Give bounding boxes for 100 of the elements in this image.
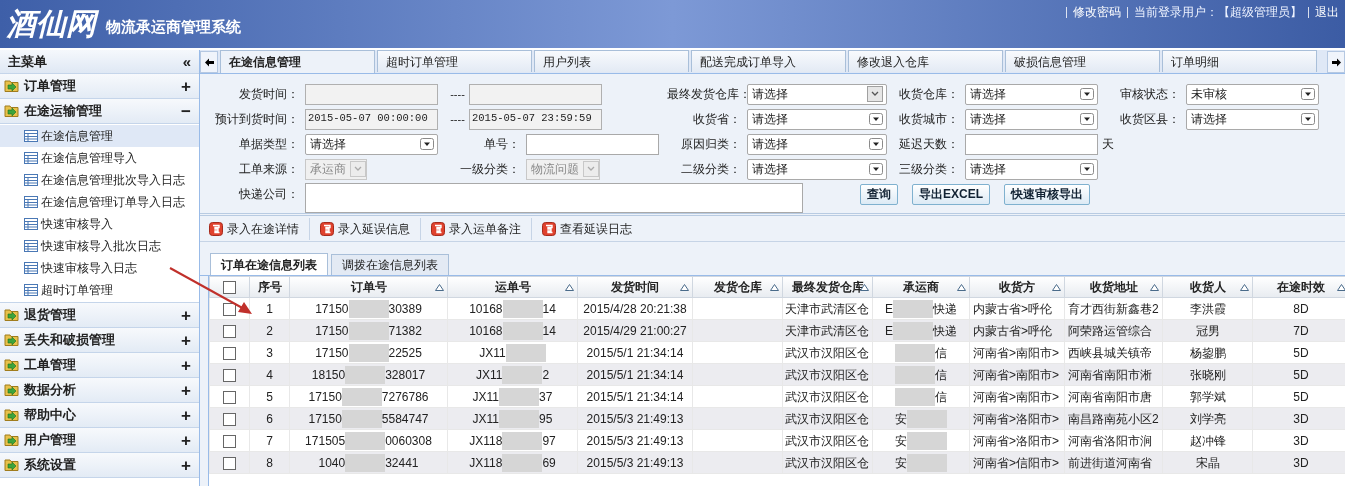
menu-item[interactable]: 快速审核导入日志 bbox=[0, 257, 199, 279]
table-cell: 2015/5/1 21:34:14 bbox=[586, 389, 684, 404]
checkbox[interactable] bbox=[223, 281, 236, 295]
table-cell: 内蒙古省>呼伦 bbox=[973, 323, 1052, 338]
action-button[interactable]: 查询 bbox=[860, 183, 898, 205]
toolbar-button[interactable]: 录入在途详情 bbox=[206, 217, 302, 240]
table-cell: 武汉市汉阳区仓 bbox=[785, 345, 869, 360]
checkbox[interactable] bbox=[223, 346, 236, 360]
column-header[interactable]: 订单号 bbox=[350, 280, 387, 294]
select-field[interactable]: 请选择 bbox=[965, 108, 1098, 130]
checkbox[interactable] bbox=[223, 324, 236, 338]
toolbar-button[interactable]: 查看延误日志 bbox=[531, 217, 635, 240]
toolbar-button[interactable]: 录入运单备注 bbox=[420, 217, 524, 240]
order-number: 17150 bbox=[315, 344, 349, 362]
menu-group[interactable]: 工单管理 + bbox=[0, 353, 199, 378]
tab[interactable]: 调拨在途信息列表 bbox=[331, 254, 449, 275]
table-cell: 1 bbox=[266, 301, 273, 316]
sort-icon bbox=[957, 284, 966, 291]
scroll-right-button[interactable] bbox=[1327, 51, 1345, 73]
tab[interactable]: 超时订单管理 bbox=[377, 50, 532, 72]
select-field[interactable]: 请选择 bbox=[965, 158, 1098, 180]
menu-item[interactable]: 在途信息管理导入 bbox=[0, 147, 199, 169]
menu-group[interactable]: 在途运输管理 − bbox=[0, 99, 199, 124]
menu-item[interactable]: 在途信息管理订单导入日志 bbox=[0, 191, 199, 213]
table-cell: 2 bbox=[266, 323, 273, 338]
redaction-block bbox=[893, 299, 933, 318]
select-field[interactable]: 请选择 bbox=[1186, 108, 1319, 130]
select-field[interactable]: 请选择 bbox=[747, 83, 887, 105]
menu-item[interactable]: 在途信息管理 bbox=[0, 125, 199, 147]
date-field[interactable]: 2015-05-07 00:00:00 bbox=[305, 108, 438, 130]
header-link[interactable]: 退出 bbox=[1315, 3, 1339, 21]
checkbox[interactable] bbox=[223, 412, 236, 426]
action-button[interactable]: 快速审核导出 bbox=[1004, 183, 1090, 205]
folder-arrow-icon bbox=[4, 382, 20, 398]
select-field[interactable]: 请选择 bbox=[965, 83, 1098, 105]
input-field[interactable] bbox=[526, 133, 659, 155]
tab[interactable]: 修改退入仓库 bbox=[848, 50, 1003, 72]
menu-group[interactable]: 帮助中心 + bbox=[0, 403, 199, 428]
tab[interactable]: 配送完成订单导入 bbox=[691, 50, 846, 72]
carrier-name: 安 bbox=[895, 410, 907, 428]
menu-group[interactable]: 丢失和破损管理 + bbox=[0, 328, 199, 353]
menu-group[interactable]: 订单管理 + bbox=[0, 74, 199, 99]
tab[interactable]: 在途信息管理 bbox=[220, 50, 375, 73]
carrier-name: 安 bbox=[895, 454, 907, 472]
header-link[interactable]: 修改密码 bbox=[1073, 3, 1121, 21]
sort-icon bbox=[1240, 284, 1249, 291]
date-field[interactable]: 2015-05-07 23:59:59 bbox=[469, 108, 602, 130]
select-field[interactable]: 请选择 bbox=[747, 158, 887, 180]
select-field[interactable]: 请选择 bbox=[305, 133, 438, 155]
checkbox[interactable] bbox=[223, 302, 236, 316]
tab[interactable]: 用户列表 bbox=[534, 50, 689, 72]
waybill-number: 69 bbox=[542, 454, 556, 472]
order-number: 0060308 bbox=[385, 432, 432, 450]
tab[interactable]: 订单在途信息列表 bbox=[210, 253, 328, 275]
action-button[interactable]: 导出EXCEL bbox=[912, 183, 990, 205]
select-field[interactable]: 请选择 bbox=[747, 108, 887, 130]
checkbox[interactable] bbox=[223, 390, 236, 404]
tab[interactable]: 破损信息管理 bbox=[1005, 50, 1160, 72]
column-header[interactable]: 运单号 bbox=[494, 280, 531, 294]
menu-item[interactable]: 超时订单管理 bbox=[0, 279, 199, 301]
checkbox[interactable] bbox=[223, 368, 236, 382]
select-field[interactable]: 请选择 bbox=[747, 133, 887, 155]
user-label: 当前登录用户：【超级管理员】 bbox=[1134, 4, 1302, 21]
tab[interactable]: 订单明细 bbox=[1162, 50, 1317, 72]
collapse-button[interactable]: « bbox=[182, 54, 191, 69]
folder-arrow-icon bbox=[4, 407, 20, 423]
table-cell: 西峡县城关镇帝 bbox=[1068, 345, 1152, 360]
redaction-block bbox=[895, 343, 935, 362]
checkbox[interactable] bbox=[223, 434, 236, 448]
checkbox[interactable] bbox=[223, 456, 236, 470]
waybill-number: 97 bbox=[542, 432, 556, 450]
date-field[interactable] bbox=[305, 83, 438, 105]
scroll-left-button[interactable] bbox=[200, 51, 218, 73]
menu-group[interactable]: 退货管理 + bbox=[0, 303, 199, 328]
table-icon bbox=[24, 196, 38, 208]
table-cell: 武汉市汉阳区仓 bbox=[785, 389, 869, 404]
field-label: 最终发货仓库： bbox=[667, 86, 747, 103]
field-label: 收货城市： bbox=[898, 111, 960, 128]
input-field[interactable] bbox=[965, 133, 1098, 155]
menu-item[interactable]: 快速审核导入批次日志 bbox=[0, 235, 199, 257]
redaction-block bbox=[345, 365, 386, 384]
field-label: 单据类型： bbox=[238, 136, 300, 153]
toolbar-button[interactable]: 录入延误信息 bbox=[309, 217, 413, 240]
input-field[interactable] bbox=[305, 183, 803, 213]
menu-group[interactable]: 系统设置 + bbox=[0, 453, 199, 478]
menu-item[interactable]: 在途信息管理批次导入日志 bbox=[0, 169, 199, 191]
menu-group[interactable]: 数据分析 + bbox=[0, 378, 199, 403]
table-cell: 前进街道河南省 bbox=[1068, 455, 1152, 470]
table-cell: 2015/5/3 21:49:13 bbox=[586, 433, 684, 448]
carrier-name: 快递 bbox=[933, 300, 957, 318]
order-number: 18150 bbox=[311, 366, 346, 384]
carrier-name: 信 bbox=[935, 388, 947, 406]
table-icon bbox=[24, 284, 38, 296]
redaction-block bbox=[499, 387, 540, 406]
menu-item[interactable]: 快速审核导入 bbox=[0, 213, 199, 235]
select-field[interactable]: 未审核 bbox=[1186, 83, 1319, 105]
table-cell: 3 bbox=[266, 345, 273, 360]
sort-icon bbox=[1337, 284, 1345, 291]
date-field[interactable] bbox=[469, 83, 602, 105]
menu-group[interactable]: 用户管理 + bbox=[0, 428, 199, 453]
